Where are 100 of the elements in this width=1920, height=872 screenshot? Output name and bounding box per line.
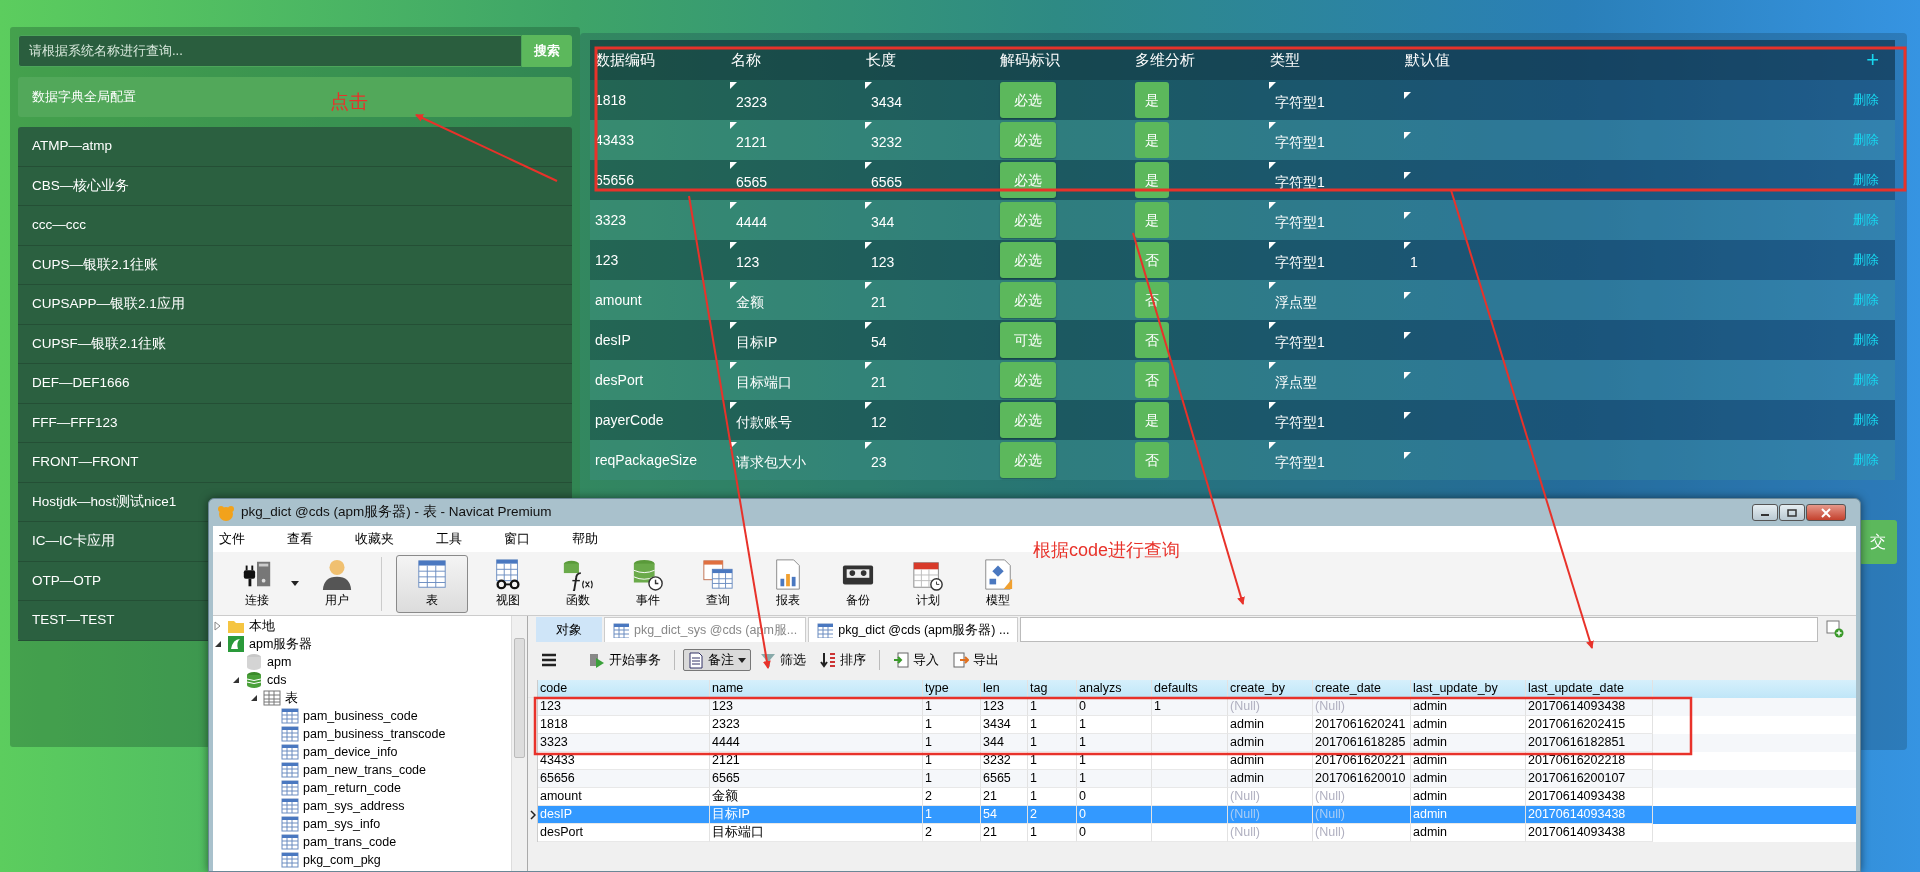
column-header[interactable]: create_date (1313, 680, 1411, 698)
toolbar-button[interactable]: 模型 (968, 554, 1028, 613)
editable-cell-text[interactable]: 字符型1 (1275, 413, 1325, 430)
column-header[interactable]: last_update_date (1526, 680, 1653, 698)
editable-cell-text[interactable]: 金额 (736, 293, 764, 310)
editable-cell-text[interactable]: 目标端口 (736, 373, 792, 390)
editable-cell-text[interactable]: 请求包大小 (736, 453, 806, 470)
editable-cell-text[interactable]: 123 (736, 253, 760, 270)
toolbar-button[interactable]: 事件 (618, 554, 678, 613)
toolbar-button[interactable]: 备注 (683, 648, 751, 672)
tree-item[interactable]: pam_return_code (303, 778, 401, 798)
table-row[interactable]: desPort 目标端口 2 21 1 0 (Null) (Null) admin 20170614093438 (528, 824, 1856, 842)
editable-cell-text[interactable]: 浮点型 (1275, 373, 1317, 390)
editable-cell-text[interactable]: 6565 (736, 173, 768, 190)
editable-cell-text[interactable]: 字符型1 (1275, 333, 1325, 350)
column-header[interactable]: name (710, 680, 923, 698)
scrollbar-track[interactable] (511, 616, 527, 871)
toolbar-button[interactable]: 函数 (548, 554, 608, 613)
system-item[interactable]: CBS—核心业务 (18, 166, 572, 206)
tree-item[interactable]: apm服务器 (249, 634, 313, 654)
tree-item[interactable]: 表 (285, 688, 298, 708)
toolbar-button[interactable]: 开始事务 (584, 648, 666, 672)
tree-item[interactable]: pam_sys_address (303, 796, 405, 816)
editable-cell-text[interactable]: 3232 (871, 133, 903, 150)
column-header[interactable]: len (981, 680, 1028, 698)
table-row[interactable]: 65656 6565 1 6565 1 1 admin 2017061620010 admin 20170616200107 (528, 770, 1856, 788)
search-field[interactable]: 请根据系统名称进行查询... (18, 35, 522, 67)
editable-cell-text[interactable]: 字符型1 (1275, 173, 1325, 190)
editable-cell-text[interactable]: 6565 (871, 173, 903, 190)
maximize-button[interactable] (1779, 504, 1805, 521)
system-item[interactable]: FRONT—FRONT (18, 443, 572, 483)
toolbar-button[interactable]: 报表 (758, 554, 818, 613)
editable-cell-text[interactable]: 字符型1 (1275, 253, 1325, 270)
column-header[interactable]: defaults (1152, 680, 1228, 698)
table-row[interactable]: 123 123 1 123 1 0 1 (Null) (Null) admin 20170614093438 (528, 698, 1856, 716)
table-row[interactable]: 3323 4444 1 344 1 1 admin 2017061618285 admin 20170616182851 (528, 734, 1856, 752)
toolbar-button[interactable]: 连接 (227, 554, 287, 613)
editable-cell-text[interactable]: 字符型1 (1275, 453, 1325, 470)
table-row[interactable]: 43433 2121 1 3232 1 1 admin 2017061620221 admin 20170616202218 (528, 752, 1856, 770)
delete-link[interactable]: 删除 (1853, 170, 1879, 190)
editable-cell-text[interactable]: 344 (871, 213, 895, 230)
delete-link[interactable]: 删除 (1853, 90, 1879, 110)
add-button[interactable]: + (1866, 49, 1879, 71)
tree-item[interactable]: pam_sys_info (303, 814, 381, 834)
tree-item[interactable]: pam_trans_code (303, 832, 397, 852)
tree-item[interactable]: cds (267, 670, 287, 690)
editable-cell-text[interactable]: 54 (871, 333, 887, 350)
column-header[interactable]: code (538, 680, 710, 698)
tree-item[interactable]: pkg_com_pkg (303, 850, 381, 870)
delete-link[interactable]: 删除 (1853, 410, 1879, 430)
editable-cell-text[interactable]: 23 (871, 453, 887, 470)
menu-item[interactable]: 工具 (430, 529, 476, 549)
editable-cell-text[interactable]: 21 (871, 293, 887, 310)
column-header[interactable]: analyzs (1077, 680, 1152, 698)
tree-item[interactable]: pam_device_info (303, 742, 398, 762)
tree-item[interactable]: 本地 (249, 616, 275, 636)
system-item[interactable]: DEF—DEF1666 (18, 364, 572, 404)
toolbar-button[interactable]: 计划 (898, 554, 958, 613)
editable-cell-text[interactable]: 123 (871, 253, 895, 270)
close-button[interactable] (1806, 504, 1846, 521)
tree-item[interactable]: pam_new_trans_code (303, 760, 426, 780)
system-item[interactable]: ccc—ccc (18, 206, 572, 246)
tab[interactable]: 对象 (536, 617, 602, 642)
table-row[interactable]: 1818 2323 1 3434 1 1 admin 2017061620241 admin 20170616202415 (528, 716, 1856, 734)
editable-cell-text[interactable]: 4444 (736, 213, 768, 230)
column-header[interactable]: tag (1028, 680, 1077, 698)
minimize-button[interactable] (1752, 504, 1778, 521)
system-item[interactable]: CUPSAPP—银联2.1应用 (18, 285, 572, 325)
editable-cell-text[interactable]: 字符型1 (1275, 133, 1325, 150)
column-header[interactable]: create_by (1228, 680, 1313, 698)
editable-cell-text[interactable]: 3434 (871, 93, 903, 110)
tree-item[interactable]: pam_business_code (303, 706, 418, 726)
editable-cell-text[interactable]: 浮点型 (1275, 293, 1317, 310)
system-item[interactable]: FFF—FFF123 (18, 403, 572, 443)
tree-item[interactable]: apm (267, 652, 292, 672)
menu-item[interactable]: 文件 (213, 529, 259, 549)
editable-cell-text[interactable]: 付款账号 (736, 413, 792, 430)
toolbar-button[interactable]: 导入 (888, 648, 944, 672)
editable-cell-text[interactable]: 1 (1410, 253, 1418, 270)
delete-link[interactable]: 删除 (1853, 330, 1879, 350)
scrollbar-thumb[interactable] (514, 638, 525, 758)
editable-cell-text[interactable]: 2121 (736, 133, 768, 150)
editable-cell-text[interactable]: 21 (871, 373, 887, 390)
system-item[interactable]: CUPS—银联2.1往账 (18, 245, 572, 285)
column-header[interactable]: type (923, 680, 981, 698)
toolbar-button[interactable]: 表 (396, 554, 468, 613)
tab[interactable]: pkg_dict @cds (apm服务器) ... (808, 617, 1019, 642)
toolbar-button[interactable]: 视图 (478, 554, 538, 613)
table-row[interactable]: amount 金额 2 21 1 0 (Null) (Null) admin 20170614093438 (528, 788, 1856, 806)
tree-item[interactable]: pam_business_transcode (303, 724, 446, 744)
toolbar-button[interactable]: 排序 (815, 648, 871, 672)
toolbar-button[interactable]: 用户 (307, 554, 367, 613)
menu-item[interactable]: 窗口 (498, 529, 544, 549)
editable-cell-text[interactable]: 字符型1 (1275, 93, 1325, 110)
toolbar-button[interactable]: 查询 (688, 554, 748, 613)
editable-cell-text[interactable]: 目标IP (736, 333, 778, 350)
toolbar-button[interactable]: 备份 (828, 554, 888, 613)
menu-item[interactable]: 查看 (281, 529, 327, 549)
editable-cell-text[interactable]: 2323 (736, 93, 768, 110)
menu-item[interactable]: 帮助 (566, 529, 612, 549)
